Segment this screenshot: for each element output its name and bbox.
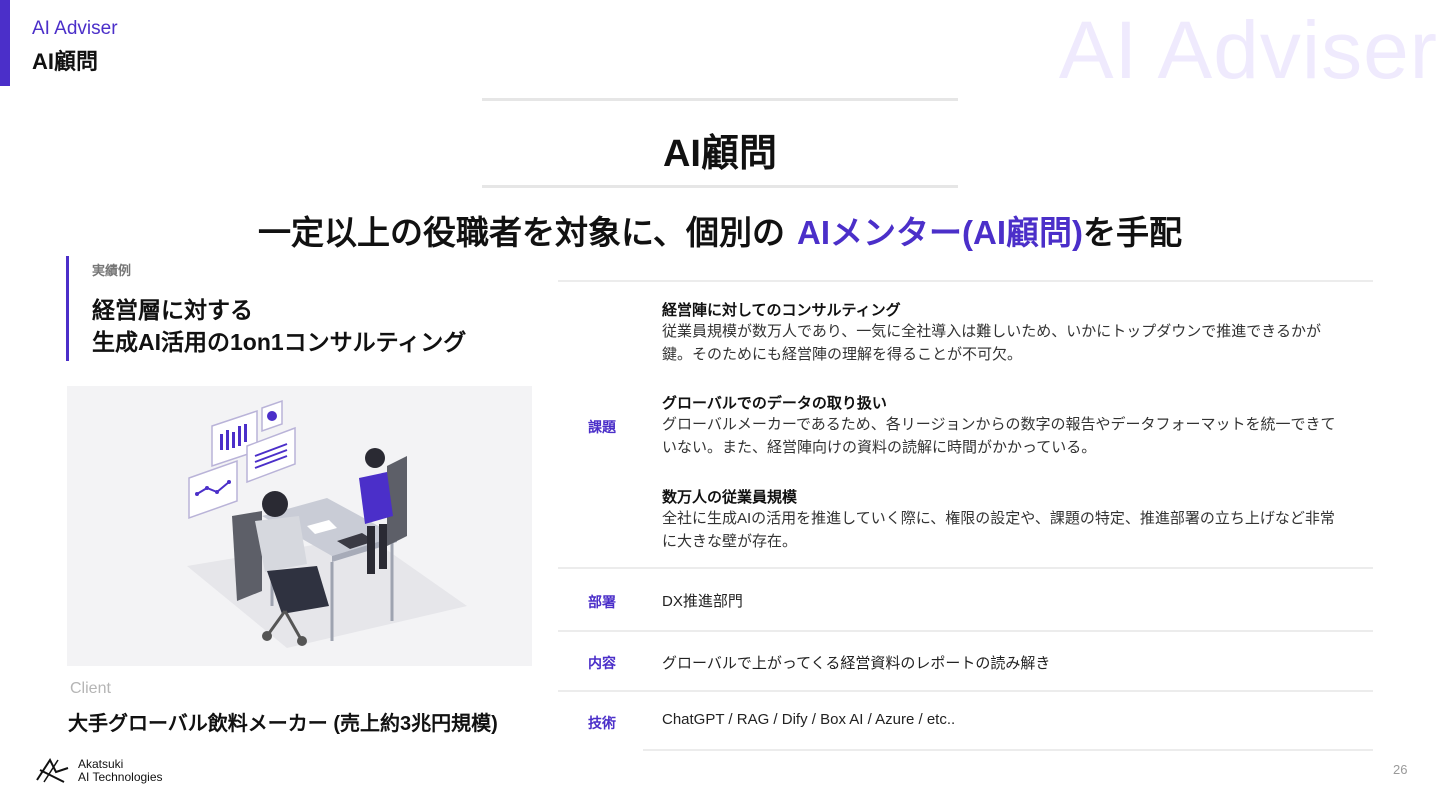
meeting-illustration-icon [187,399,467,648]
tech-value: ChatGPT / RAG / Dify / Box AI / Azure / … [662,711,956,728]
issue-heading: 数万人の従業員規模 [662,489,798,506]
issue-body: 従業員規模が数万人であり、一気に全社導入は難しいため、いかにトップダウンで推進で… [662,323,1321,363]
consulting-illustration [67,386,532,666]
akatsuki-logo-icon [36,757,69,783]
case-title-line1: 経営層に対する [92,297,253,323]
row-label-department: 部署 [588,594,616,610]
content-value: グローバルで上がってくる経営資料のレポートの読み解き [662,655,1051,672]
page-number: 26 [1393,762,1408,777]
client-label: Client [70,680,111,697]
title-rule-bottom [482,185,958,188]
case-title-line2: 生成AI活用の1on1コンサルティング [92,329,467,355]
issue-body: 全社に生成AIの活用を推進していく際に、権限の設定や、課題の特定、推進部署の立ち… [662,510,1335,550]
client-name: 大手グローバル飲料メーカー (売上約3兆円規模) [68,713,498,735]
issue-heading: グローバルでのデータの取り扱い [662,395,887,412]
title-rule-top [482,98,958,101]
issue-heading: 経営陣に対してのコンサルティング [662,302,901,319]
subtitle-main: 一定以上の役職者を対象に、個別の [258,214,786,251]
row-label-content: 内容 [588,655,616,671]
table-rule [558,280,1373,282]
issue-body: グローバルメーカーであるため、各リージョンからの数字の報告やデータフォーマットを… [662,416,1336,456]
department-value: DX推進部門 [662,593,743,610]
case-title: 経営層に対する 生成AI活用の1on1コンサルティング [92,294,466,358]
case-label: 実績例 [92,263,132,278]
section-title-jp: AI顧問 [32,49,99,74]
page-title: AI顧問 [662,133,777,175]
case-accent-bar [66,256,69,361]
subtitle-highlight: AIメンター(AI顧問) [797,214,1083,251]
section-title-en: AI Adviser [32,18,118,39]
company-logo-text: Akatsuki AI Technologies [78,758,163,784]
page-subtitle: 一定以上の役職者を対象に、個別の AIメンター(AI顧問)を手配 [0,206,1440,254]
table-rule [558,567,1373,569]
logo-line2: AI Technologies [78,770,163,784]
row-label-tech: 技術 [588,715,616,731]
table-rule [558,630,1373,632]
subtitle-tail: を手配 [1083,214,1182,251]
table-rule [643,749,1373,751]
header-accent-bar [0,0,10,86]
table-rule [558,690,1373,692]
row-label-issues: 課題 [588,419,616,435]
watermark-text: AI Adviser [1058,5,1438,96]
